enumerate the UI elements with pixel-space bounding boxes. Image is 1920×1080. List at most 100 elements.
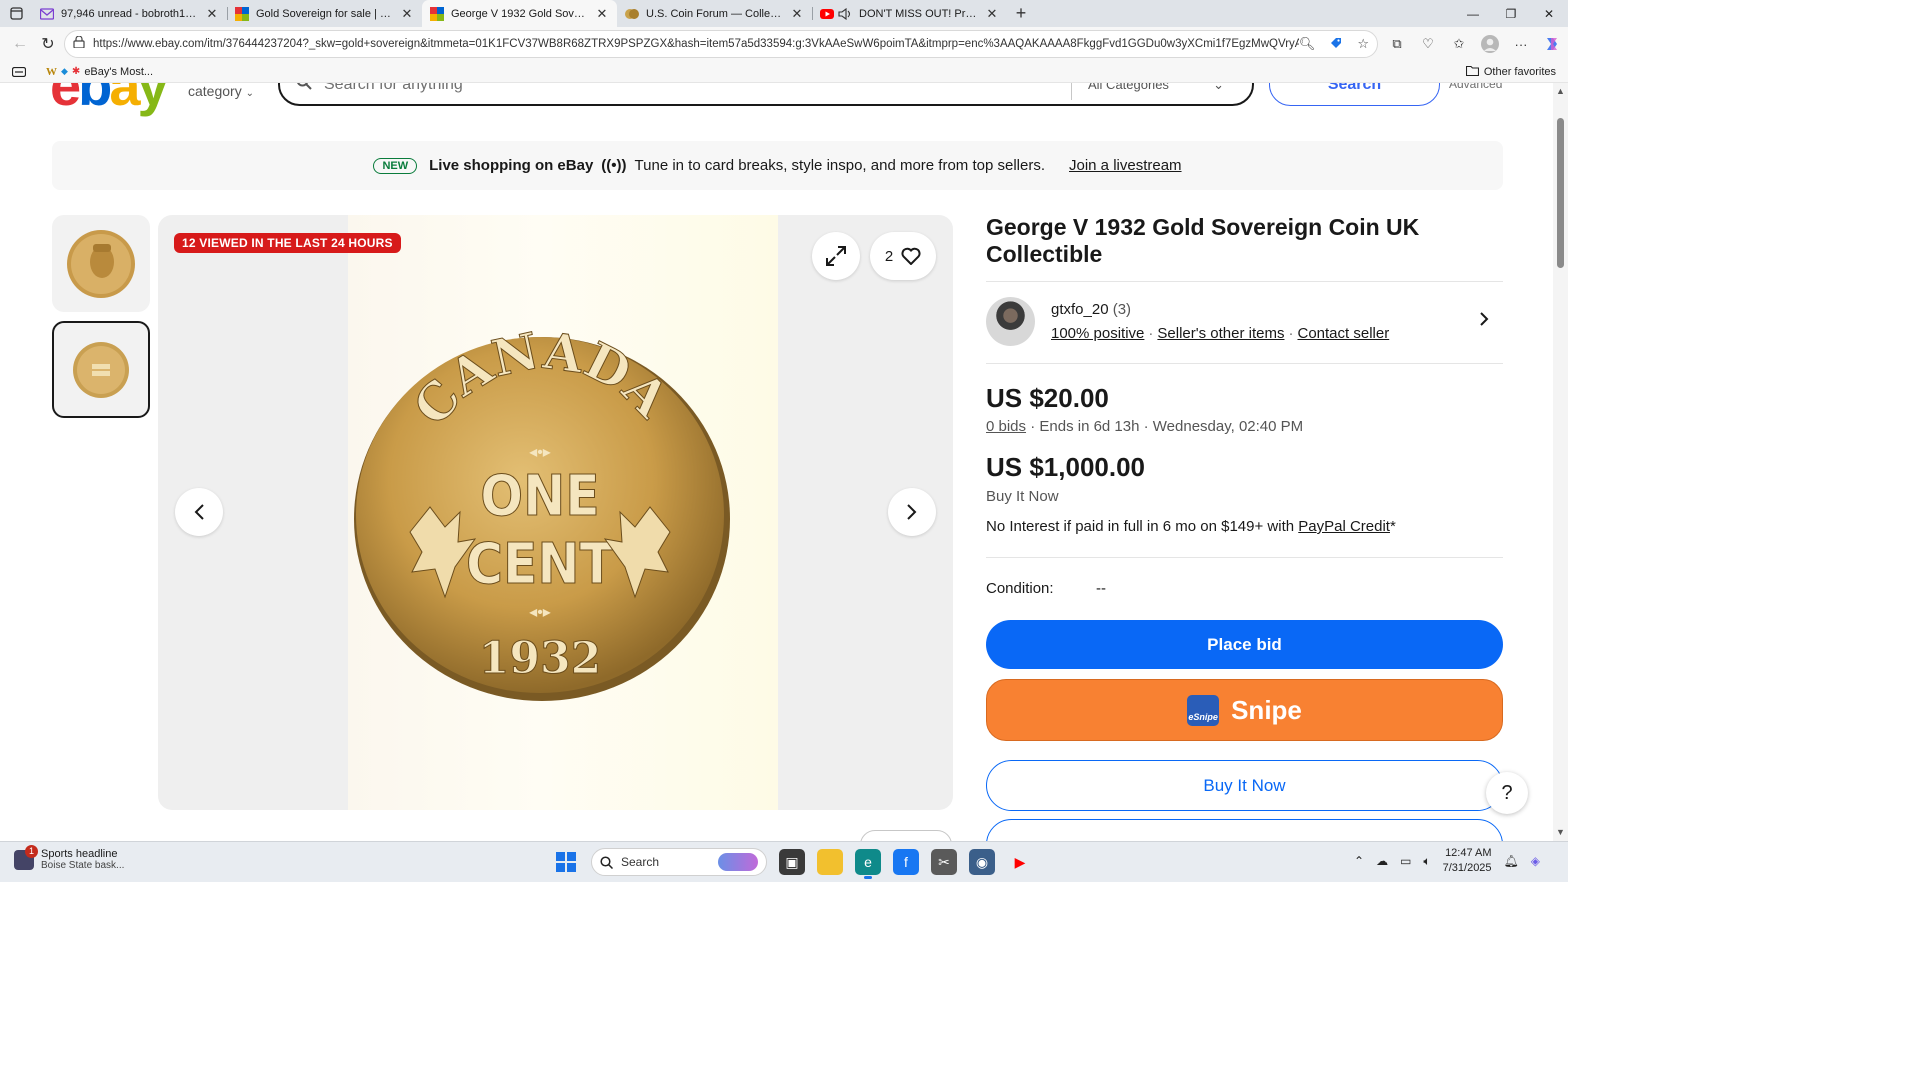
thumbnail-2-selected[interactable] [52,321,150,418]
speaker-icon[interactable] [838,7,852,21]
camera-icon[interactable]: ◉ [969,849,995,875]
browser-tab[interactable]: DON'T MISS OUT! Premier Coin ✕ [812,0,1007,27]
seller-links: 100% positive · Seller's other items · Conta… [1051,325,1390,342]
divider [986,281,1503,282]
heart-icon [901,247,921,265]
ends-in-text: Ends in 6d 13h [1039,418,1140,435]
restore-icon[interactable]: ❐ [1492,0,1530,27]
viewed-count-badge: 12 VIEWED IN THE LAST 24 HOURS [174,233,401,253]
browser-tab[interactable]: 97,946 unread - bobroth1951@yahoo.com ✕ [32,0,227,27]
profile-avatar[interactable] [1479,33,1501,55]
browser-essentials-icon[interactable]: ♡ [1417,33,1439,55]
buy-it-now-button[interactable]: Buy It Now [986,760,1503,811]
browser-tab[interactable]: U.S. Coin Forum — Collectors Universe ✕ [617,0,812,27]
windows-start-icon[interactable] [553,849,579,875]
notification-bell-icon[interactable]: 🔔︎ [1504,854,1519,868]
shop-by-category[interactable]: category ⌄ [188,83,254,99]
chevron-right-icon[interactable] [1479,311,1489,332]
expand-image-button[interactable] [812,232,860,280]
copilot-tray-icon[interactable]: ◈ [1531,854,1540,868]
divider [986,557,1503,558]
favorite-link[interactable]: W ◆ ✱ eBay's Most... [46,66,153,78]
place-bid-button[interactable]: Place bid [986,620,1503,669]
scroll-down-icon[interactable]: ▼ [1556,827,1565,837]
close-window-icon[interactable]: ✕ [1530,0,1568,27]
scroll-up-icon[interactable]: ▲ [1556,86,1565,96]
ebay-icon [430,6,444,21]
network-icon[interactable]: ▭ [1400,854,1411,868]
favorite-star-icon[interactable]: ☆ [1357,36,1369,52]
new-tab-button[interactable]: + [1007,0,1035,27]
logo-letter: y [137,83,169,117]
file-explorer-icon[interactable] [817,849,843,875]
clock[interactable]: 12:47 AM 7/31/2025 [1443,846,1492,876]
credit-text: No Interest if paid in full in 6 mo on $… [986,518,1295,535]
url-text: https://www.ebay.com/itm/376444237204?_s… [93,38,1299,50]
facebook-icon[interactable]: f [893,849,919,875]
condition-value: -- [1096,580,1106,597]
buy-it-now-label: Buy It Now [986,488,1059,505]
search-button[interactable]: Search [1269,83,1440,106]
chevron-down-icon: ⌄ [245,88,254,99]
bids-link[interactable]: 0 bids [986,418,1026,435]
close-tab-icon[interactable]: ✕ [205,6,219,22]
add-to-cart-button-partial[interactable] [986,819,1503,841]
snipe-button[interactable]: eSnipe Snipe [986,679,1503,741]
contact-seller-link[interactable]: Contact seller [1297,325,1389,342]
onedrive-icon[interactable]: ☁ [1376,854,1388,868]
taskbar-search[interactable]: Search [591,848,767,876]
close-tab-icon[interactable]: ✕ [400,6,414,22]
clock-date: 7/31/2025 [1442,862,1492,874]
edge-browser-icon[interactable]: e [855,849,881,879]
refresh-icon[interactable]: ↻ [34,30,62,58]
snipping-tool-icon[interactable]: ✂ [931,849,957,875]
seller-avatar[interactable] [986,297,1035,346]
page-scrollbar[interactable]: ▲ ▼ [1553,83,1568,841]
close-tab-icon[interactable]: ✕ [595,6,609,22]
thumbnail-1[interactable] [52,215,150,312]
svg-text:◂•▸: ◂•▸ [529,604,551,621]
other-favorites[interactable]: Other favorites [1465,65,1556,79]
volume-icon[interactable]: 🔈︎ [1423,854,1430,869]
scrollbar-thumb[interactable] [1557,118,1564,268]
tab-actions-icon[interactable] [0,0,32,27]
ebay-logo[interactable]: ebay [50,83,169,118]
extensions-icon[interactable]: ⧉ [1386,33,1408,55]
help-button[interactable]: ? [1486,772,1528,814]
seller-other-items-link[interactable]: Seller's other items [1157,325,1284,342]
watchlist-button[interactable]: 2 [870,232,936,280]
seller-positive-link[interactable]: 100% positive [1051,325,1144,342]
back-icon[interactable]: ← [6,30,34,58]
minimize-icon[interactable]: — [1454,0,1492,27]
join-livestream-link[interactable]: Join a livestream [1069,157,1182,174]
browser-tab-active[interactable]: George V 1932 Gold Sovereign Coin UK Col… [422,0,617,27]
search-input[interactable]: Search for anything [324,83,1071,94]
seller-name[interactable]: gtxfo_20 [1051,301,1109,318]
close-tab-icon[interactable]: ✕ [790,6,804,22]
browser-tab[interactable]: Gold Sovereign for sale | eBay ✕ [227,0,422,27]
close-tab-icon[interactable]: ✕ [985,6,999,22]
zoom-icon[interactable]: 🔍︎ [1299,36,1316,52]
youtube-app-icon[interactable]: ▶ [1007,849,1033,875]
site-info-icon[interactable] [73,35,85,53]
news-widget[interactable]: 1 Sports headline Boise State bask... [14,844,124,871]
advanced-search-link[interactable]: Advanced [1449,83,1502,91]
news-icon: 1 [14,844,38,870]
copilot-icon[interactable] [1541,33,1563,55]
main-image-viewer[interactable]: CANADA ◂•▸ ONE CENT ◂•▸ 1932 12 VIEWED I… [158,215,953,810]
more-menu-icon[interactable]: ··· [1510,33,1532,55]
favorites-icon[interactable]: ✩ [1448,33,1470,55]
category-select[interactable]: All Categories ⌄ [1071,83,1236,100]
next-image-button[interactable] [888,488,936,536]
seller-name-row[interactable]: gtxfo_20 (3) [1051,301,1131,318]
chevron-up-icon[interactable]: ⌃ [1354,854,1364,868]
shopping-tag-icon[interactable] [1329,36,1343,53]
w-site-icon: W [46,65,57,78]
task-view-icon[interactable]: ▣ [779,849,805,875]
reading-view-icon[interactable] [12,66,26,77]
address-bar[interactable]: https://www.ebay.com/itm/376444237204?_s… [64,30,1378,58]
previous-image-button[interactable] [175,488,223,536]
diamond-icon: ◆ [61,66,68,76]
paypal-credit-link[interactable]: PayPal Credit [1298,518,1390,535]
partial-button[interactable] [860,830,952,841]
